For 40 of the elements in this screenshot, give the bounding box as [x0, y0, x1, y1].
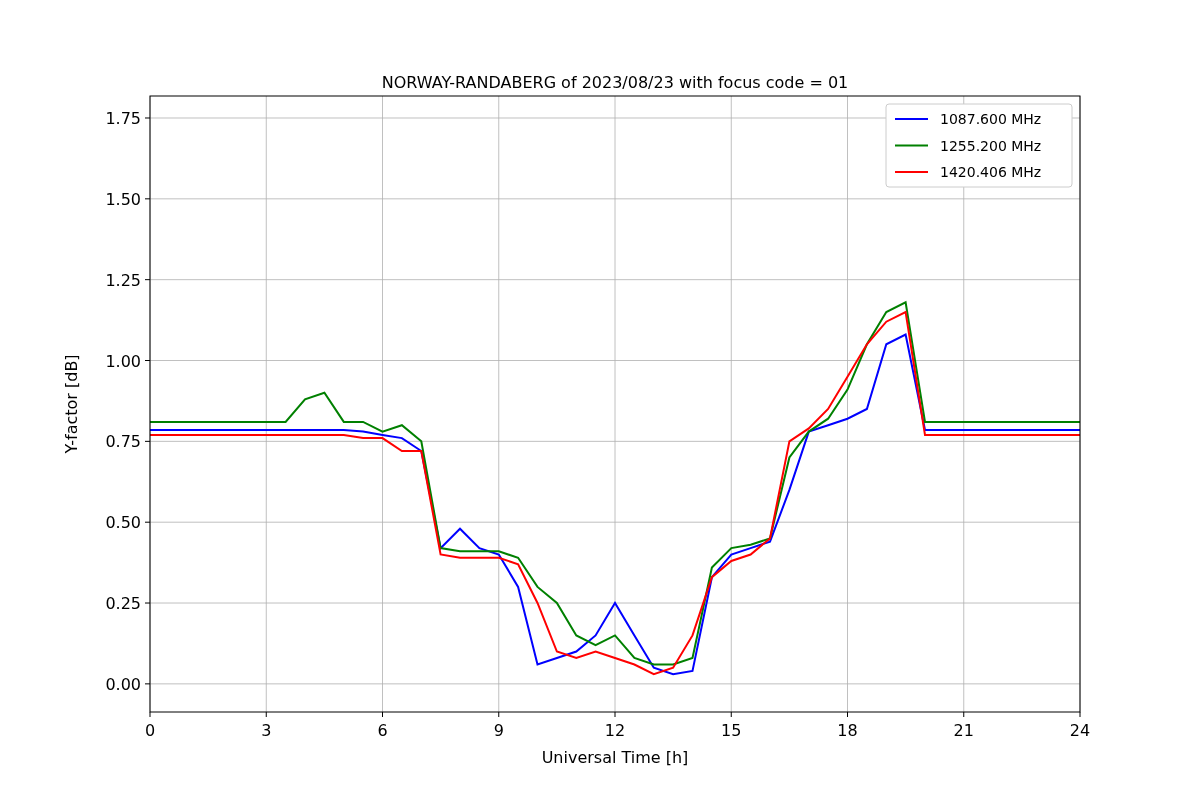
y-tick-label: 1.50: [105, 189, 141, 209]
x-tick-label: 24: [1069, 721, 1091, 740]
tick-mark: [149, 711, 151, 718]
tick-mark: [963, 711, 965, 718]
x-tick-label: 12: [604, 721, 626, 740]
tick-mark: [144, 521, 151, 523]
tick-mark: [144, 602, 151, 604]
y-tick-label: 1.25: [105, 270, 141, 290]
tick-mark: [382, 711, 383, 718]
tick-mark: [265, 711, 267, 718]
x-tick-label: 15: [721, 721, 742, 740]
tick-mark: [1079, 711, 1081, 718]
tick-mark: [144, 117, 151, 119]
x-tick-label: 3: [261, 721, 272, 740]
x-axis-label: Universal Time [h]: [541, 748, 689, 767]
x-tick-label: 18: [837, 721, 858, 740]
tick-mark: [144, 683, 151, 685]
y-tick-label: 1.75: [105, 109, 141, 128]
tick-mark: [144, 279, 151, 281]
chart-title: NORWAY-RANDABERG of 2023/08/23 with focus code = 01: [381, 73, 849, 92]
tick-mark: [144, 198, 151, 200]
tick-mark: [847, 711, 848, 718]
legend-label: 1087.600 MHz: [940, 111, 1042, 127]
x-tick-label: 0: [144, 721, 156, 740]
tick-mark: [498, 711, 500, 718]
x-tick-label: 21: [953, 721, 974, 740]
y-tick-label: 0.00: [105, 674, 141, 694]
legend-label: 1420.406 MHz: [940, 164, 1042, 180]
y-axis-label: Y-factor [dB]: [62, 354, 81, 454]
legend-label: 1255.200 MHz: [940, 137, 1042, 154]
tick-mark: [144, 360, 151, 361]
x-tick-label: 6: [377, 721, 388, 740]
tick-mark: [730, 711, 732, 718]
y-tick-label: 0.75: [105, 432, 141, 452]
tick-mark: [144, 440, 151, 442]
y-tick-label: 0.50: [105, 513, 141, 533]
y-tick-label: 1.00: [105, 351, 141, 371]
x-tick-label: 9: [493, 721, 504, 740]
y-tick-label: 0.25: [105, 594, 141, 614]
tick-mark: [614, 711, 616, 718]
